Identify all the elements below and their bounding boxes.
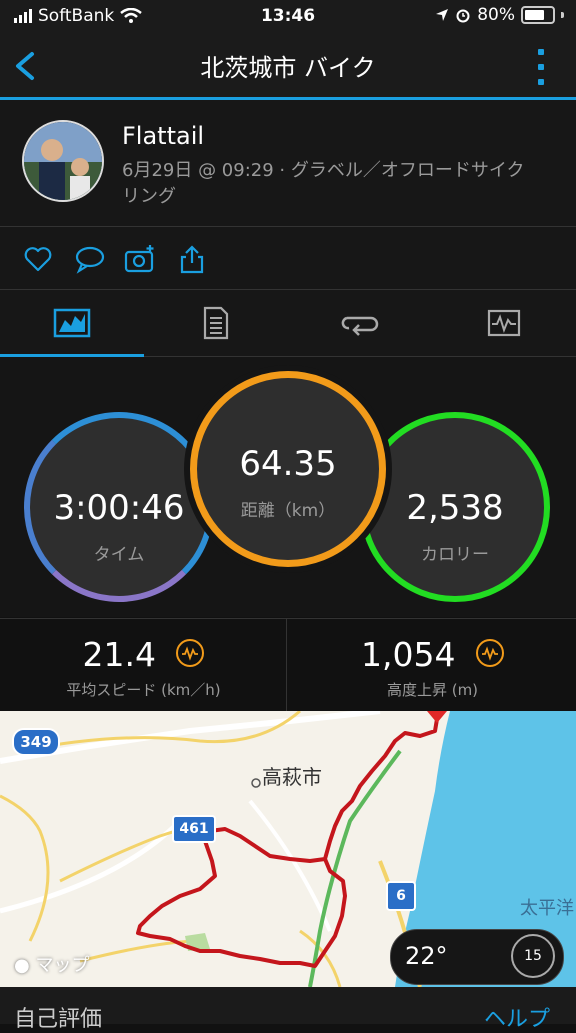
weather-widget[interactable]: 22° 15: [390, 929, 564, 985]
sea-label: 太平洋: [520, 898, 574, 919]
summary-stats: 3:00:46 タイム 2,538 カロリー 64.35 距離（km）: [0, 357, 576, 617]
city-label: 高萩市: [262, 765, 322, 789]
apple-logo-icon: ●: [14, 955, 30, 976]
tab-bar: [0, 290, 576, 357]
page-title: 北茨城市 バイク: [200, 54, 376, 82]
elevation-gain-stat[interactable]: 1,054 高度上昇 (m): [289, 619, 576, 711]
more-menu-button[interactable]: [538, 49, 546, 85]
elevation-gain-label: 高度上昇 (m): [386, 681, 479, 699]
route-349-badge: 349: [12, 728, 60, 756]
trend-icon: [475, 638, 504, 667]
time-value: 3:00:46: [53, 488, 185, 528]
avg-speed-value: 21.4: [82, 635, 156, 674]
alarm-icon: [456, 9, 470, 23]
tab-charts[interactable]: [432, 290, 576, 356]
route-461-badge: 461: [172, 815, 216, 843]
user-name[interactable]: Flattail: [122, 122, 204, 150]
self-evaluation-bar: 自己評価 ヘルプ: [0, 987, 576, 1032]
action-bar: [0, 227, 576, 290]
laps-icon: [341, 316, 379, 336]
activity-profile: Flattail 6月29日 @ 09:29 · グラベル／オフロードサイクリン…: [0, 100, 576, 227]
temperature: 22°: [405, 942, 448, 970]
battery-percent: 80%: [477, 5, 515, 25]
self-eval-heading: 自己評価: [14, 1007, 103, 1032]
status-bar: SoftBank 13:46 80%: [0, 0, 576, 34]
location-icon: [436, 9, 449, 21]
secondary-stats: 21.4 平均スピード (km／h) 1,054 高度上昇 (m): [0, 618, 576, 711]
tab-details[interactable]: [144, 290, 288, 356]
distance-value: 64.35: [239, 444, 337, 484]
calories-label: カロリー: [421, 545, 489, 565]
calories-ring[interactable]: 2,538 カロリー: [360, 412, 550, 602]
help-link[interactable]: ヘルプ: [484, 1001, 550, 1033]
battery-icon: [521, 6, 555, 24]
maps-label: マップ: [35, 955, 90, 976]
distance-label: 距離（km）: [240, 501, 336, 521]
chart-icon: [487, 309, 521, 337]
time-ring[interactable]: 3:00:46 タイム: [24, 412, 214, 602]
header: 北茨城市 バイク: [0, 34, 576, 100]
like-heart-icon[interactable]: [22, 243, 54, 275]
route-6-badge: 6: [386, 881, 416, 911]
comment-icon[interactable]: [74, 243, 106, 275]
avg-speed-stat[interactable]: 21.4 平均スピード (km／h): [0, 619, 287, 711]
tab-laps[interactable]: [288, 290, 432, 356]
calories-value: 2,538: [406, 488, 504, 528]
share-icon[interactable]: [176, 243, 208, 275]
tab-overview[interactable]: [0, 290, 144, 357]
details-icon: [203, 306, 229, 340]
wind-speed-compass: 15: [511, 934, 555, 978]
time-label: タイム: [93, 545, 145, 565]
route-map[interactable]: 高萩市 太平洋 349 461 6 ● マップ 22° 15: [0, 711, 576, 987]
add-photo-icon[interactable]: [124, 243, 156, 275]
overview-icon: [53, 308, 91, 338]
wind-speed: 15: [524, 948, 542, 964]
avg-speed-label: 平均スピード (km／h): [66, 681, 221, 699]
activity-date: 6月29日 @ 09:29: [122, 160, 274, 181]
avatar[interactable]: [22, 120, 104, 202]
trend-icon: [176, 638, 205, 667]
elevation-gain-value: 1,054: [361, 635, 456, 674]
distance-ring[interactable]: 64.35 距離（km）: [190, 371, 386, 567]
